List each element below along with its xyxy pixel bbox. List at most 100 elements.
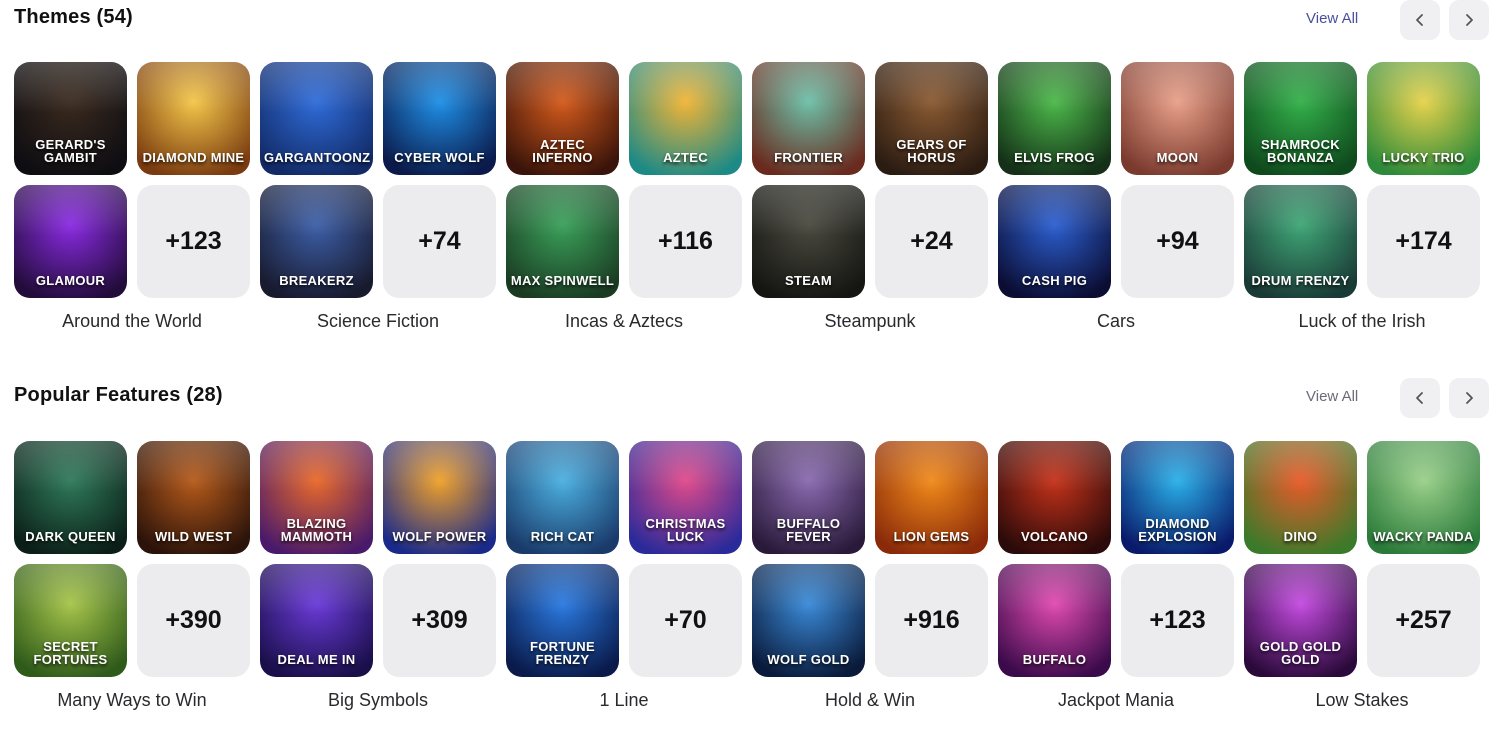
game-thumbnail[interactable]: Gears of Horus [875,62,988,175]
more-games-count[interactable]: +174 [1367,185,1480,298]
more-games-count[interactable]: +94 [1121,185,1234,298]
game-thumbnail[interactable]: Shamrock Bonanza [1244,62,1357,175]
themes-next-button[interactable] [1449,0,1489,40]
game-logo-text: Aztec Inferno [532,136,593,166]
chevron-right-icon [1466,14,1473,26]
features-next-button[interactable] [1449,378,1489,418]
game-thumbnail[interactable]: Dark Queen [14,441,127,554]
game-thumbnail[interactable]: Wolf Power [383,441,496,554]
category-card[interactable]: Buffalo Fever Lion Gems Wolf Gold +916 Hold … [752,441,998,711]
category-thumbnail-grid: Elvis Frog Moon Cash Pig +94 [998,62,1234,298]
more-games-count[interactable]: +116 [629,185,742,298]
features-prev-button[interactable] [1400,378,1440,418]
category-card[interactable]: Shamrock Bonanza Lucky Trio Drum Frenzy +17… [1244,62,1490,332]
category-card[interactable]: Frontier Gears of Horus Steam +24 Steampunk [752,62,998,332]
more-games-count[interactable]: +123 [137,185,250,298]
category-card[interactable]: Rich Cat Christmas Luck Fortune Frenzy +70 1… [506,441,752,711]
game-thumbnail[interactable]: Volcano [998,441,1111,554]
category-card[interactable]: Elvis Frog Moon Cash Pig +94 Cars [998,62,1244,332]
game-thumbnail[interactable]: Christmas Luck [629,441,742,554]
category-label[interactable]: Jackpot Mania [998,690,1234,711]
game-logo-text: Blazing Mammoth [280,515,353,545]
game-thumbnail[interactable]: Secret Fortunes [14,564,127,677]
game-thumbnail[interactable]: Cyber Wolf [383,62,496,175]
game-thumbnail[interactable]: Moon [1121,62,1234,175]
game-thumbnail[interactable]: Deal Me In [260,564,373,677]
thumbnail-shine [1367,441,1480,492]
themes-prev-button[interactable] [1400,0,1440,40]
more-games-count[interactable]: +24 [875,185,988,298]
game-logo-text: Wild West [154,529,233,545]
category-label[interactable]: Cars [998,311,1234,332]
category-label[interactable]: 1 Line [506,690,742,711]
thumbnail-shine [260,564,373,615]
category-label[interactable]: Incas & Aztecs [506,311,742,332]
more-games-count[interactable]: +309 [383,564,496,677]
game-thumbnail[interactable]: Dino [1244,441,1357,554]
game-thumbnail[interactable]: Rich Cat [506,441,619,554]
thumbnail-shine [1244,62,1357,113]
game-thumbnail[interactable]: Aztec [629,62,742,175]
game-logo-text: Gerard's Gambit [35,136,106,166]
game-logo-text: Dino [1283,529,1318,545]
category-card[interactable]: Blazing Mammoth Wolf Power Deal Me In +309 B… [260,441,506,711]
game-thumbnail[interactable]: Gerard's Gambit [14,62,127,175]
category-label[interactable]: Hold & Win [752,690,988,711]
thumbnail-shine [14,564,127,615]
game-thumbnail[interactable]: Drum Frenzy [1244,185,1357,298]
more-games-count[interactable]: +390 [137,564,250,677]
game-thumbnail[interactable]: Max Spinwell [506,185,619,298]
category-card[interactable]: Gerard's Gambit Diamond Mine Glamour +123 Ar… [14,62,260,332]
game-thumbnail[interactable]: Steam [752,185,865,298]
features-carousel: Dark Queen Wild West Secret Fortunes +390 Ma… [14,441,1486,711]
more-games-count[interactable]: +74 [383,185,496,298]
thumbnail-shine [260,441,373,492]
category-label[interactable]: Many Ways to Win [14,690,250,711]
game-thumbnail[interactable]: Gargantoonz [260,62,373,175]
category-label[interactable]: Science Fiction [260,311,496,332]
game-thumbnail[interactable]: Aztec Inferno [506,62,619,175]
category-label[interactable]: Luck of the Irish [1244,311,1480,332]
more-games-count[interactable]: +257 [1367,564,1480,677]
game-thumbnail[interactable]: Wild West [137,441,250,554]
category-label[interactable]: Steampunk [752,311,988,332]
category-label[interactable]: Around the World [14,311,250,332]
game-thumbnail[interactable]: Fortune Frenzy [506,564,619,677]
more-games-count[interactable]: +70 [629,564,742,677]
category-thumbnail-grid: Aztec Inferno Aztec Max Spinwell +116 [506,62,742,298]
thumbnail-shine [1367,62,1480,113]
themes-view-all-link[interactable]: View All [1306,10,1358,27]
game-thumbnail[interactable]: Elvis Frog [998,62,1111,175]
category-card[interactable]: Gargantoonz Cyber Wolf Breakerz +74 Science … [260,62,506,332]
game-thumbnail[interactable]: Blazing Mammoth [260,441,373,554]
more-games-count[interactable]: +916 [875,564,988,677]
game-thumbnail[interactable]: Breakerz [260,185,373,298]
category-label[interactable]: Big Symbols [260,690,496,711]
game-thumbnail[interactable]: Wacky Panda [1367,441,1480,554]
game-logo-text: Elvis Frog [1014,150,1095,166]
category-label[interactable]: Low Stakes [1244,690,1480,711]
category-card[interactable]: Dark Queen Wild West Secret Fortunes +390 Ma… [14,441,260,711]
game-thumbnail[interactable]: Wolf Gold [752,564,865,677]
game-thumbnail[interactable]: Lucky Trio [1367,62,1480,175]
thumbnail-shine [383,441,496,492]
more-games-count[interactable]: +123 [1121,564,1234,677]
game-thumbnail[interactable]: Cash Pig [998,185,1111,298]
thumbnail-shine [752,564,865,615]
features-view-all-link[interactable]: View All [1306,388,1358,405]
game-thumbnail[interactable]: Buffalo [998,564,1111,677]
game-thumbnail[interactable]: Frontier [752,62,865,175]
game-thumbnail[interactable]: Diamond Mine [137,62,250,175]
game-thumbnail[interactable]: Buffalo Fever [752,441,865,554]
game-thumbnail[interactable]: Diamond Explosion [1121,441,1234,554]
category-card[interactable]: Dino Wacky Panda Gold Gold Gold +257 Low Sta… [1244,441,1490,711]
game-logo-text: Drum Frenzy [1251,273,1350,289]
game-thumbnail[interactable]: Glamour [14,185,127,298]
category-card[interactable]: Aztec Inferno Aztec Max Spinwell +116 Incas … [506,62,752,332]
category-thumbnail-grid: Frontier Gears of Horus Steam +24 [752,62,988,298]
game-thumbnail[interactable]: Lion Gems [875,441,988,554]
game-logo-text: Deal Me In [277,652,356,668]
game-thumbnail[interactable]: Gold Gold Gold [1244,564,1357,677]
category-card[interactable]: Volcano Diamond Explosion Buffalo +123 Jackp… [998,441,1244,711]
category-thumbnail-grid: Gargantoonz Cyber Wolf Breakerz +74 [260,62,496,298]
